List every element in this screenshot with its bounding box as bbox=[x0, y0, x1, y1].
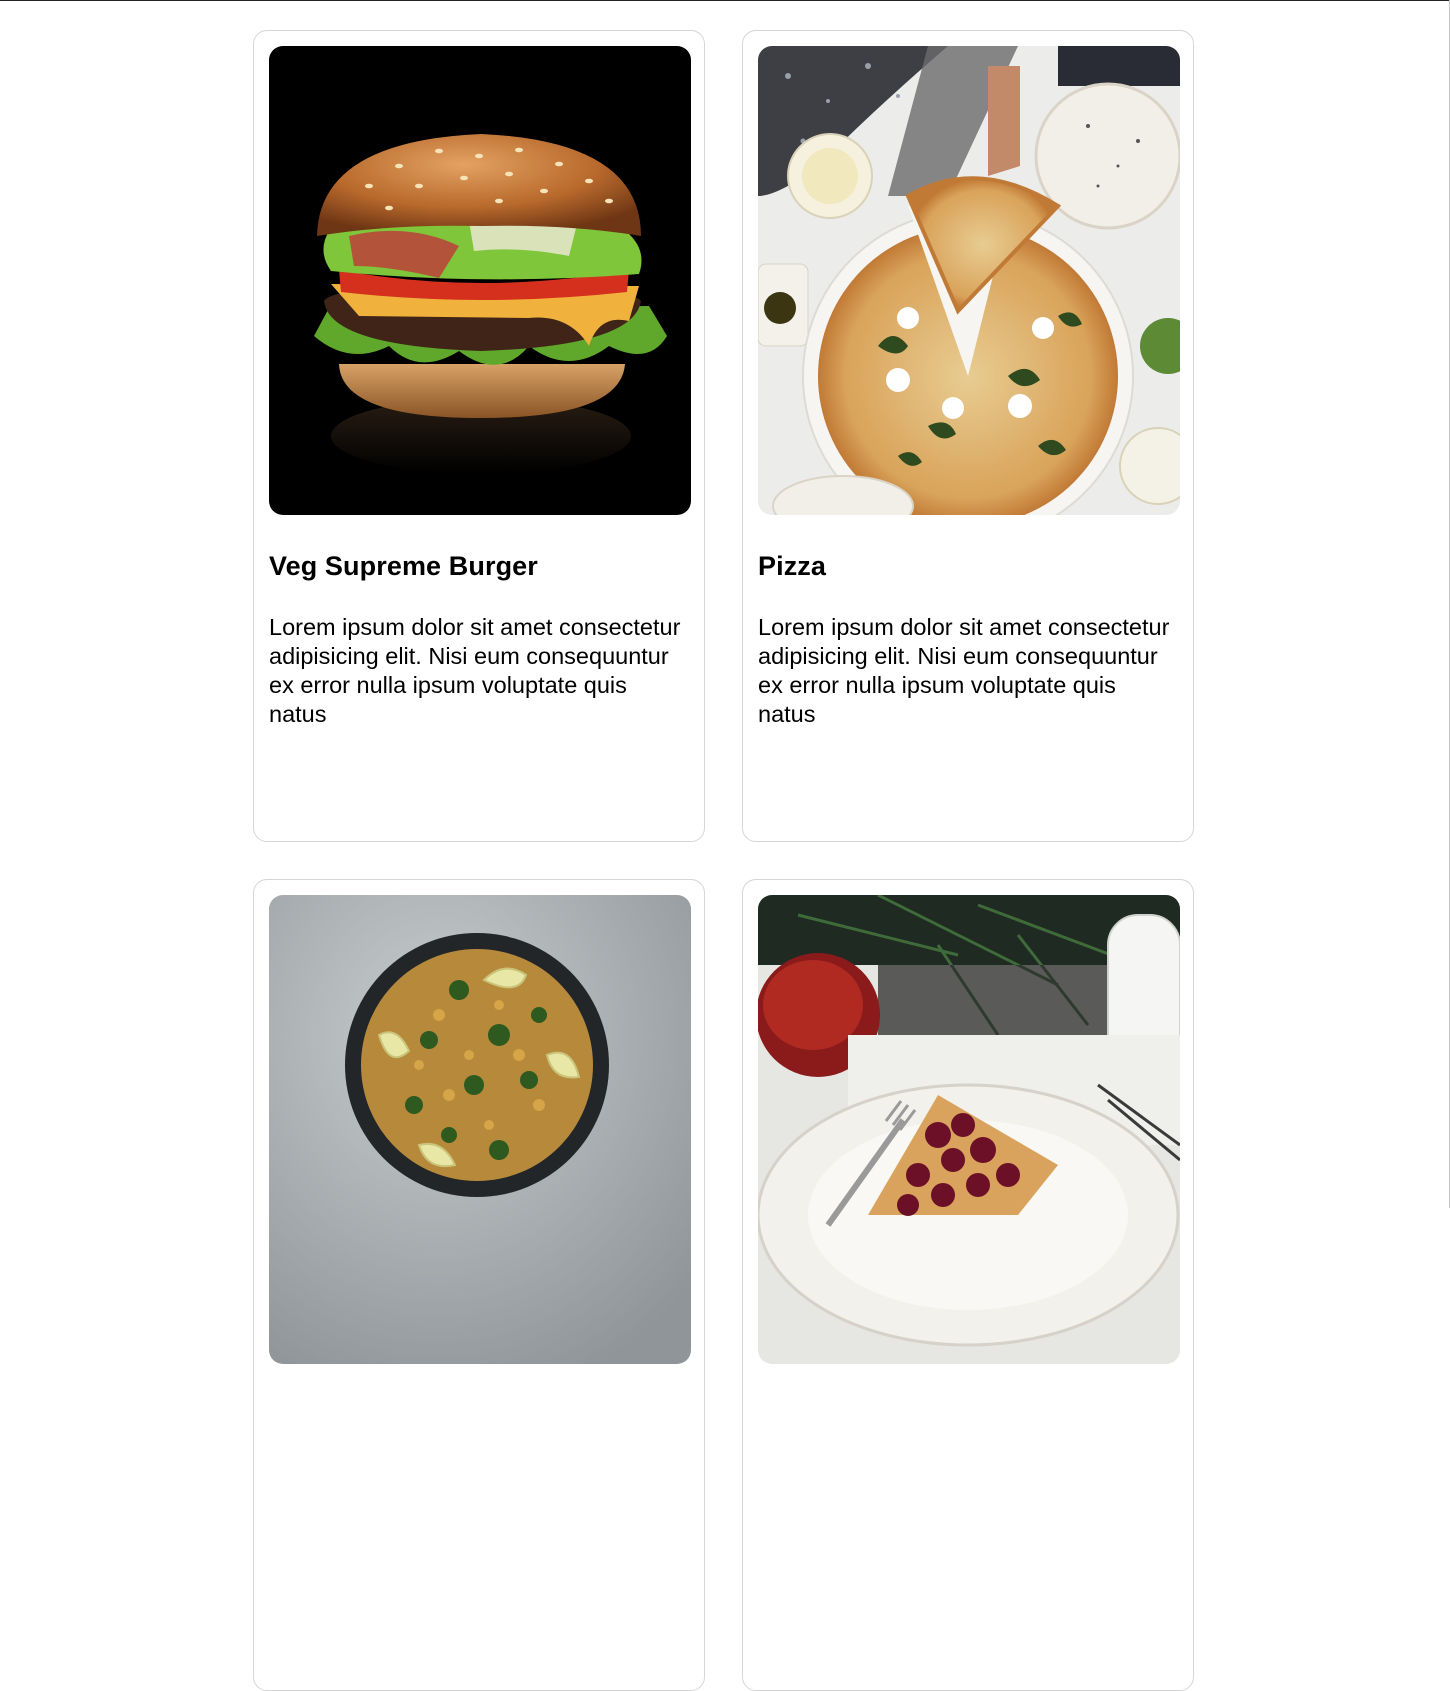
burger-photo bbox=[269, 46, 691, 515]
pizza-photo bbox=[758, 46, 1180, 515]
cherry-pie-photo bbox=[758, 895, 1180, 1364]
food-card-pizza[interactable]: Pizza Lorem ipsum dolor sit amet consect… bbox=[742, 30, 1194, 842]
food-card-cherry-pie[interactable] bbox=[742, 879, 1194, 1691]
card-description: Lorem ipsum dolor sit amet consectetur a… bbox=[269, 614, 681, 727]
food-card-burger[interactable]: Veg Supreme Burger Lorem ipsum dolor sit… bbox=[253, 30, 705, 842]
card-description: Lorem ipsum dolor sit amet consectetur a… bbox=[758, 614, 1170, 727]
food-card-paella[interactable] bbox=[253, 879, 705, 1691]
top-border bbox=[0, 0, 1450, 1]
card-title: Pizza bbox=[758, 551, 827, 581]
paella-photo bbox=[269, 895, 691, 1364]
card-title: Veg Supreme Burger bbox=[269, 551, 538, 581]
